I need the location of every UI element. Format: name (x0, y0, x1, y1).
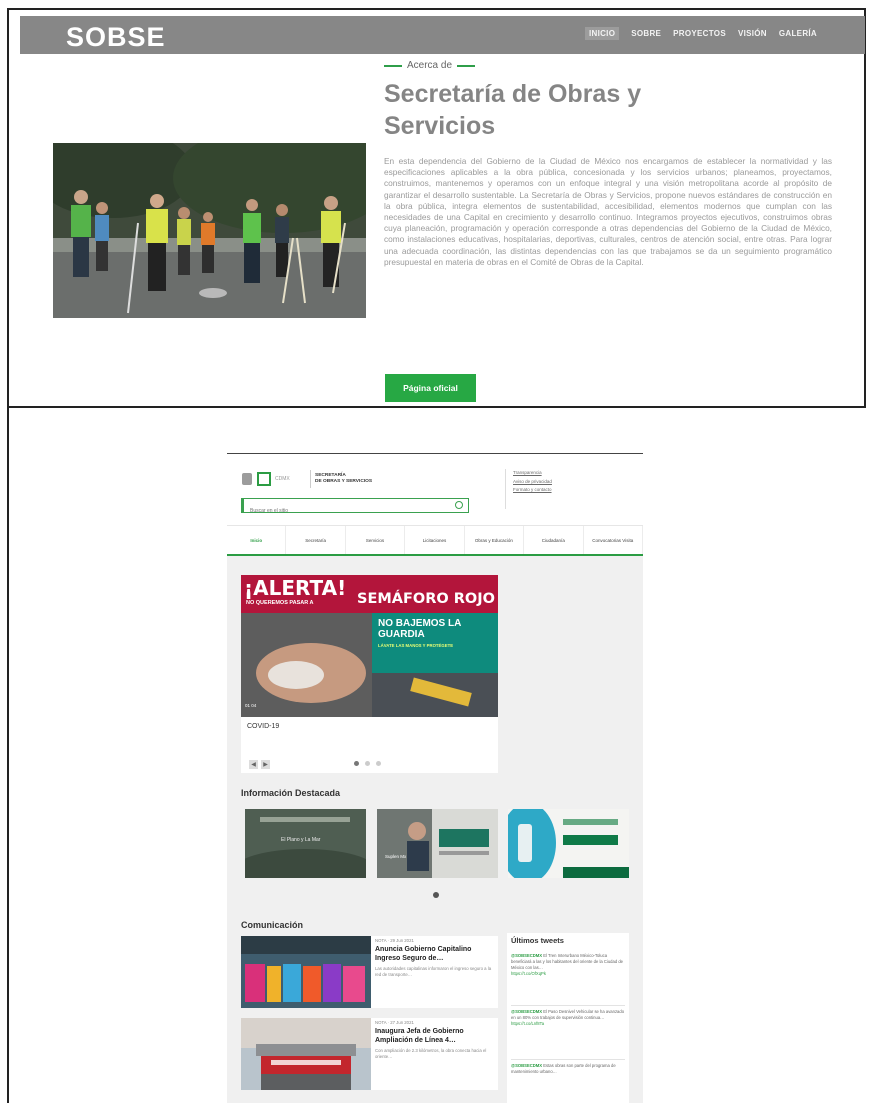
hero-workers-photo (53, 143, 366, 318)
tweet-handle[interactable]: @SOBSECDMX (511, 1009, 542, 1014)
header-link-transparencia[interactable]: Transparencia (513, 469, 552, 478)
pagination-dot[interactable] (376, 761, 381, 766)
screenshot-top-line (227, 453, 643, 454)
tweet-link[interactable]: https://t.co/OfXqPk (511, 971, 627, 977)
shield-icon (242, 473, 252, 485)
news-title[interactable]: Anuncia Gobierno Capitalino Ingreso Segu… (375, 946, 493, 963)
secretaria-name-line1: SECRETARÍA (315, 473, 346, 478)
section-info-destacada: Información Destacada (241, 788, 341, 798)
nav-link-inicio[interactable]: INICIO (584, 27, 620, 40)
banner-caption: COVID-19 (247, 723, 280, 730)
tweets-title: Últimos tweets (511, 936, 564, 945)
news-tag: NOTA · 29 Jun 2021 (375, 938, 414, 943)
top-navbar: SOBSE INICIO SOBRE PROYECTOS VISIÓN GALE… (20, 16, 865, 54)
banner-alert-strip: ¡ALERTA! NO QUEREMOS PASAR A SEMÁFORO RO… (241, 575, 498, 613)
featured-card-3[interactable] (508, 809, 629, 878)
banner-semaforo-text: SEMÁFORO ROJO (357, 591, 495, 607)
banner-handwash-image: NO BAJEMOS LA GUARDIA LÁVATE LAS MANOS Y… (241, 613, 498, 717)
header-link-contacto[interactable]: Formato y contacto (513, 486, 552, 495)
brand-logo[interactable]: SOBSE (66, 22, 166, 53)
news-image-linea4 (241, 1018, 371, 1090)
tweets-sidebar: Últimos tweets @SOBSECDMX El Tren Interu… (507, 933, 629, 1103)
nav-link-sobre[interactable]: SOBRE (631, 29, 661, 40)
section-comunicacion: Comunicación (241, 920, 304, 930)
menu-item-convocatorias[interactable]: Convocatorias Visita (584, 526, 643, 555)
frame-right-border (864, 8, 866, 408)
covid-banner-carousel[interactable]: ¡ALERTA! NO QUEREMOS PASAR A SEMÁFORO RO… (241, 575, 498, 773)
guard-subtitle: LÁVATE LAS MANOS Y PROTÉGETE (378, 643, 454, 648)
pagination-dot[interactable] (365, 761, 370, 766)
guard-panel: NO BAJEMOS LA GUARDIA LÁVATE LAS MANOS Y… (372, 613, 498, 673)
nav-link-vision[interactable]: VISIÓN (738, 29, 767, 40)
guard-title: NO BAJEMOS LA GUARDIA (378, 618, 461, 640)
top-nav-links: INICIO SOBRE PROYECTOS VISIÓN GALERÍA (584, 27, 817, 40)
kicker-line-left (384, 64, 402, 67)
tweet-item[interactable]: @SOBSECDMX El Tren Interurbano México-To… (511, 953, 627, 977)
frame-left-border (7, 8, 9, 1103)
gov-search-input[interactable] (244, 505, 444, 517)
news-summary: Con ampliación de 2.3 kilómetros, la obr… (375, 1048, 487, 1059)
news-item-1[interactable]: NOTA · 29 Jun 2021 Anuncia Gobierno Capi… (241, 936, 498, 1008)
cdmx-logo-icon (257, 472, 271, 486)
header-divider (505, 469, 506, 509)
pagination-dot[interactable] (354, 761, 359, 766)
menu-item-secretaria[interactable]: Secretaría (286, 526, 346, 555)
about-kicker: Acerca de (384, 60, 476, 71)
gov-header: CDMX SECRETARÍA DE OBRAS Y SERVICIOS Tra… (227, 455, 643, 525)
news-image-pilares (241, 936, 371, 1008)
tweet-item[interactable]: @SOBSECDMX Estas obras son parte del pro… (511, 1063, 627, 1075)
header-link-privacidad[interactable]: Aviso de privacidad (513, 478, 552, 487)
tweet-handle[interactable]: @SOBSECDMX (511, 953, 542, 958)
news-item-2[interactable]: NOTA · 27 Jun 2021 Inaugura Jefa de Gobi… (241, 1018, 498, 1090)
card1-text: El Plano y La Mar (281, 837, 321, 843)
news-summary: Las autoridades capitalinas informaron e… (375, 966, 492, 977)
logo-divider (310, 470, 311, 488)
menu-item-inicio[interactable]: Inicio (227, 526, 287, 555)
tweet-link[interactable]: https://t.co/Lnf8Ta (511, 1021, 627, 1027)
news-title[interactable]: Inaugura Jefa de Gobierno Ampliación de … (375, 1028, 493, 1045)
about-body-text: En esta dependencia del Gobierno de la C… (384, 156, 832, 267)
menu-item-ciudadania[interactable]: Ciudadanía (524, 526, 584, 555)
frame-divider (7, 406, 866, 408)
menu-item-licitaciones[interactable]: Licitaciones (405, 526, 465, 555)
featured-card-1[interactable]: El Plano y La Mar (245, 809, 366, 878)
secretaria-name-line2: DE OBRAS Y SERVICIOS (315, 479, 373, 484)
official-page-button[interactable]: Página oficial (385, 374, 476, 402)
about-kicker-text: Acerca de (407, 60, 453, 71)
logo-small-text: CDMX (275, 476, 290, 482)
kicker-line-right (457, 64, 476, 67)
menu-accent-bar (227, 554, 643, 556)
banner-slide-number: 01 04 (245, 703, 257, 708)
carousel-pagination (354, 761, 381, 766)
about-title: Secretaría de Obras y Servicios (384, 80, 642, 140)
menu-item-servicios[interactable]: Servicios (346, 526, 406, 555)
tweet-divider (511, 1005, 625, 1006)
tweet-handle[interactable]: @SOBSECDMX (511, 1063, 542, 1068)
frame-top-border (7, 8, 866, 10)
featured-card-2[interactable]: Suplen Mx (377, 809, 498, 878)
gov-site-screenshot: CDMX SECRETARÍA DE OBRAS Y SERVICIOS Tra… (227, 455, 643, 1103)
gov-search-box (241, 498, 469, 517)
search-icon[interactable] (455, 501, 463, 509)
tweet-item[interactable]: @SOBSECDMX El Paso Desnivel Vehicular se… (511, 1009, 627, 1027)
header-links: Transparencia Aviso de privacidad Format… (513, 469, 552, 495)
featured-pagination-dot[interactable] (433, 892, 439, 898)
tweet-divider (511, 1059, 625, 1060)
carousel-next-icon[interactable]: ▶ (261, 760, 270, 769)
carousel-prev-icon[interactable]: ◀ (249, 760, 258, 769)
news-tag: NOTA · 27 Jun 2021 (375, 1020, 414, 1025)
banner-alerta-text: ¡ALERTA! (244, 576, 347, 600)
nav-link-galeria[interactable]: GALERÍA (779, 29, 817, 40)
menu-item-obras[interactable]: Obras y Educación (465, 526, 525, 555)
card2-text: Suplen Mx (385, 854, 407, 859)
banner-sub-text: NO QUEREMOS PASAR A (246, 600, 314, 606)
nav-link-proyectos[interactable]: PROYECTOS (673, 29, 726, 40)
gov-main-menu: Inicio Secretaría Servicios Licitaciones… (227, 525, 643, 555)
